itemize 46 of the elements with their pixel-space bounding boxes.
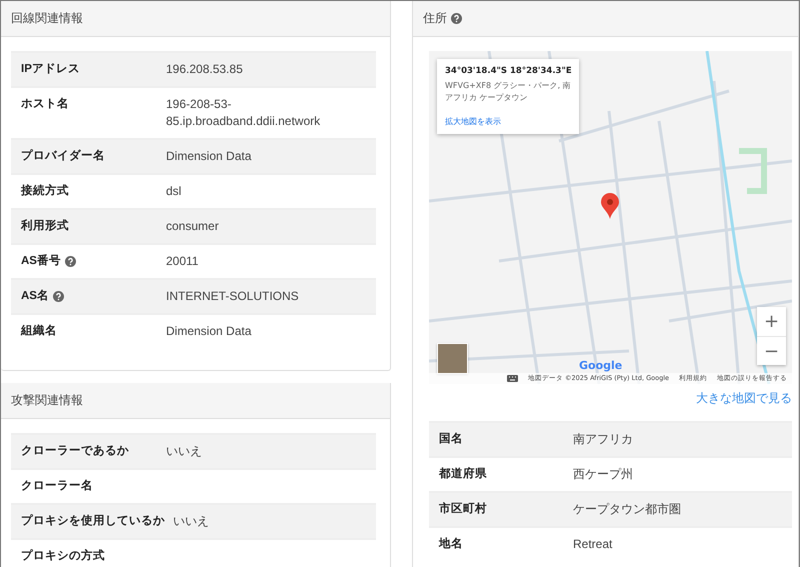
row-value: 20011	[166, 254, 198, 268]
row-label: 都道府県	[439, 467, 487, 482]
row-label: AS番号	[21, 254, 61, 269]
card-title: 攻撃関連情報	[11, 392, 83, 409]
row-label: IPアドレス	[21, 62, 80, 77]
row-value: Dimension Data	[166, 149, 252, 163]
map-logo: Google	[579, 359, 622, 372]
row-label: 接続方式	[21, 184, 69, 199]
row-label: ホスト名	[21, 97, 69, 112]
row-label: クローラーであるか	[21, 444, 129, 459]
row-label: 市区町村	[439, 502, 487, 517]
zoom-out-button[interactable]: −	[757, 336, 786, 365]
row-value: Dimension Data	[166, 324, 252, 338]
row-label: 組織名	[21, 324, 57, 339]
location-pin-icon	[601, 193, 619, 219]
row-value: 196.208.53.85	[166, 62, 243, 76]
row-label: プロバイダー名	[21, 149, 105, 164]
help-icon	[451, 13, 462, 24]
help-icon	[64, 256, 76, 267]
row-value: 南アフリカ	[573, 432, 633, 446]
larger-map-link[interactable]: 拡大地図を表示	[445, 116, 571, 127]
row-value: consumer	[166, 219, 219, 233]
zoom-in-button[interactable]: +	[757, 307, 786, 336]
address-text: WFVG+XF8 グラシー・パーク, 南アフリカ ケープタウン	[445, 80, 571, 104]
coordinates: 34°03'18.4"S 18°28'34.3"E	[445, 66, 571, 76]
row-value: いいえ	[173, 514, 209, 528]
help-icon	[52, 291, 64, 302]
satellite-photo-placeholder[interactable]	[437, 343, 468, 374]
card-title: 住所	[423, 10, 447, 27]
row-label: 利用形式	[21, 219, 69, 234]
row-value: 西ケープ州	[573, 467, 633, 481]
row-label: クローラー名	[21, 479, 93, 494]
row-value: INTERNET-SOLUTIONS	[166, 289, 299, 303]
row-label: 国名	[439, 432, 463, 447]
row-value: 196-208-53-85.ip.broadband.ddii.network	[166, 97, 320, 128]
card-title: 回線関連情報	[11, 10, 83, 27]
row-label: プロキシを使用しているか	[21, 514, 165, 529]
row-value: ケープタウン都市圏	[573, 502, 681, 516]
larger-map-link[interactable]: 大きな地図で見る	[696, 390, 792, 407]
row-value: dsl	[166, 184, 182, 198]
row-label: 地名	[439, 537, 463, 552]
row-label: AS名	[21, 289, 49, 304]
row-value: いいえ	[166, 444, 202, 458]
keyboard-icon[interactable]	[506, 375, 518, 382]
row-label: プロキシの方式	[21, 549, 105, 564]
row-value: Retreat	[573, 537, 612, 551]
